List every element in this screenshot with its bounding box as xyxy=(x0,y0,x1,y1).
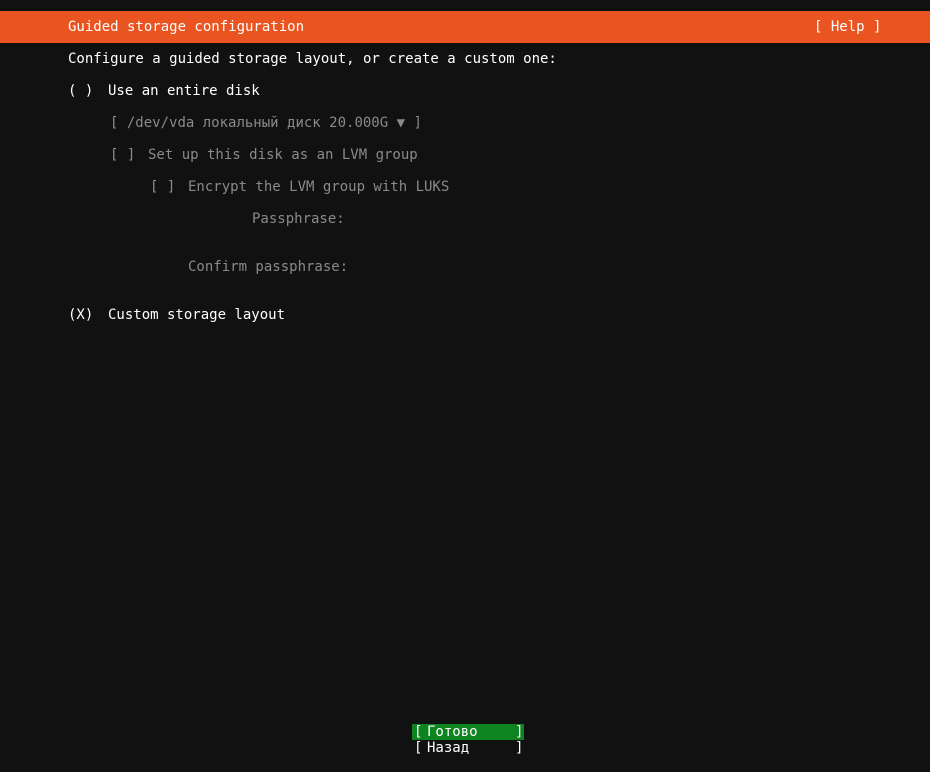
disk-select-open: [ xyxy=(110,115,119,131)
disk-select-value: /dev/vda локальный диск 20.000G xyxy=(126,115,389,131)
disk-select-close: ] xyxy=(413,115,422,131)
back-button[interactable]: [ Назад ] xyxy=(412,740,524,756)
help-button[interactable]: [ Help ] xyxy=(814,17,881,37)
back-button-label: Назад xyxy=(427,740,470,756)
lvm-checkbox[interactable]: [ ] xyxy=(110,145,135,165)
confirm-passphrase-input[interactable] xyxy=(348,257,648,277)
encrypt-label: Encrypt the LVM group with LUKS xyxy=(188,179,450,195)
entire-disk-radio[interactable]: ( ) xyxy=(68,81,93,101)
lvm-label: Set up this disk as an LVM group xyxy=(148,147,418,163)
page-title: Guided storage configuration xyxy=(68,19,305,35)
chevron-down-icon: ▼ xyxy=(396,115,406,131)
passphrase-label: Passphrase: xyxy=(252,211,345,227)
back-button-open: [ xyxy=(414,740,423,756)
instructions-text: Configure a guided storage layout, or cr… xyxy=(68,51,557,67)
disk-select[interactable]: [ /dev/vda локальный диск 20.000G ▼ ] xyxy=(110,113,422,133)
confirm-passphrase-label: Confirm passphrase: xyxy=(188,259,349,275)
back-button-close: ] xyxy=(515,740,524,756)
entire-disk-label[interactable]: Use an entire disk xyxy=(108,81,260,101)
done-button-label: Готово xyxy=(427,724,478,740)
done-button-close: ] xyxy=(515,724,524,740)
custom-layout-radio[interactable]: (X) xyxy=(68,305,93,325)
custom-layout-label[interactable]: Custom storage layout xyxy=(108,305,285,325)
passphrase-input[interactable] xyxy=(348,209,648,229)
encrypt-checkbox[interactable]: [ ] xyxy=(150,177,175,197)
top-strip xyxy=(0,0,930,11)
done-button-open: [ xyxy=(414,724,423,740)
done-button[interactable]: [ Готово ] xyxy=(412,724,524,740)
